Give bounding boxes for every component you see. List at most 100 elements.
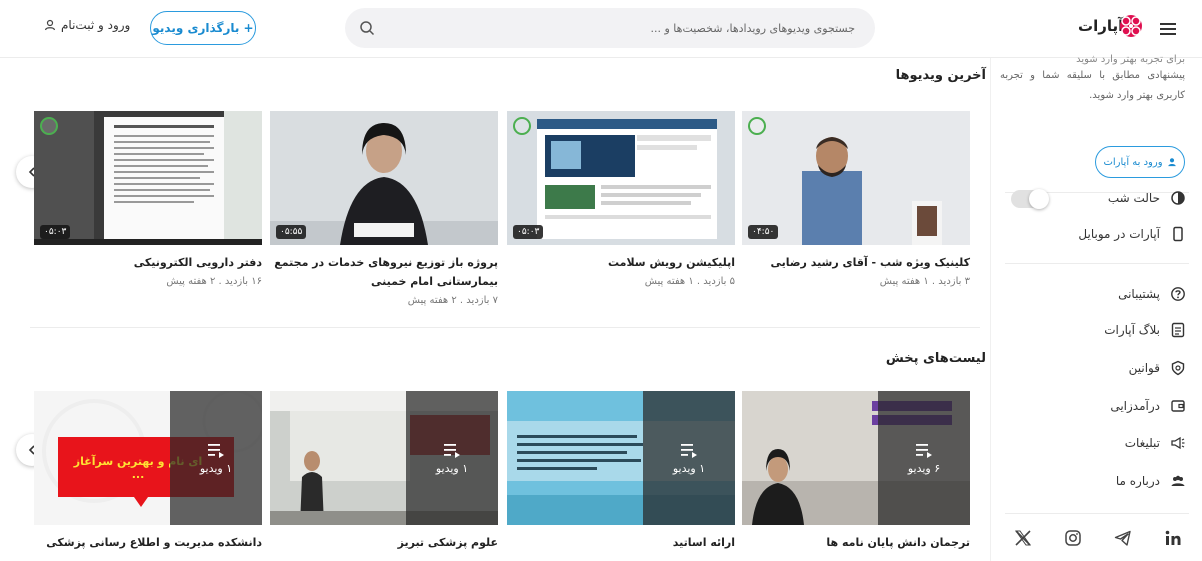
video-card[interactable]: ۰۵:۰۳ اپلیکیشن رویش سلامت ۵ بازدید . ۱ ه… (507, 111, 735, 287)
video-card[interactable]: ۰۵:۵۵ پروژه باز توزیع نیروهای خدمات در م… (270, 111, 498, 306)
latest-videos-heading: آخرین ویدیوها (895, 68, 986, 83)
playlist-title[interactable]: ارائه اساتید (507, 533, 735, 552)
sidebar-login-button[interactable]: ورود به آپارات (1095, 146, 1185, 178)
dark-mode-icon (1171, 191, 1185, 205)
channel-badge-icon (513, 117, 531, 135)
video-views: ۳ بازدید (938, 276, 970, 287)
video-meta: ۱۶ بازدید . ۲ هفته پیش (34, 276, 262, 287)
upload-video-label: + بارگذاری ویدیو (152, 21, 254, 35)
video-views: ۱۶ بازدید (224, 276, 262, 287)
channel-badge-icon (748, 117, 766, 135)
login-register-label: ورود و ثبت‌نام (61, 18, 131, 32)
mobile-app-label: آپارات در موبایل (1078, 227, 1160, 241)
playlists-heading: لیست‌های پخش (885, 351, 986, 366)
playlist-title[interactable]: ترجمان دانش پایان نامه ها (742, 533, 970, 552)
search-icon[interactable] (359, 20, 375, 36)
aparat-logo[interactable]: آپارات (1078, 13, 1142, 41)
shield-icon (1171, 360, 1185, 376)
search-input[interactable] (385, 8, 865, 48)
video-thumbnail[interactable]: ۰۴:۵۰ (742, 111, 970, 245)
wallet-icon (1171, 400, 1185, 412)
playlist-thumbnail[interactable]: ای نام و بهترین سرآغاز ... ۱ ویدیو (34, 391, 262, 525)
sidebar-item-label: قوانین (1128, 361, 1160, 375)
video-meta: ۵ بازدید . ۱ هفته پیش (507, 276, 735, 287)
aparat-logo-icon (1120, 15, 1142, 37)
sidebar-intro-text: برای تجربه بهتر وارد شوید پیشنهادی مطابق… (1000, 54, 1185, 106)
sidebar-item-about[interactable]: درباره ما (1006, 471, 1186, 491)
video-duration: ۰۵:۰۳ (513, 225, 544, 239)
playlist-video-count: ۶ ویدیو (907, 461, 941, 475)
blog-icon (1171, 322, 1185, 338)
playlist-thumbnail[interactable]: ۱ ویدیو (270, 391, 498, 525)
upload-video-button[interactable]: + بارگذاری ویدیو (150, 11, 256, 45)
playlist-title[interactable]: دانشکده مدیریت و اطلاع رسانی پزشکی (34, 533, 262, 552)
playlist-card[interactable]: ۱ ویدیو ارائه اساتید (507, 391, 735, 552)
video-meta: ۷ بازدید . ۲ هفته پیش (270, 295, 498, 306)
video-duration: ۰۵:۰۳ (40, 225, 71, 239)
playlist-card[interactable]: ای نام و بهترین سرآغاز ... ۱ ویدیو دانشک… (34, 391, 262, 552)
video-title[interactable]: کلینیک ویژه شب - آقای رشید رضایی (742, 253, 970, 272)
dark-mode-toggle[interactable] (1011, 189, 1049, 209)
sidebar-item-label: بلاگ آپارات (1104, 323, 1160, 337)
telegram-icon[interactable] (1113, 528, 1133, 548)
video-age: ۱ هفته پیش (879, 276, 929, 287)
meta-separator: . (931, 276, 936, 287)
logo-text: آپارات (1078, 17, 1124, 35)
video-title[interactable]: اپلیکیشن رویش سلامت (507, 253, 735, 272)
social-links (1013, 526, 1183, 550)
sidebar: برای تجربه بهتر وارد شوید پیشنهادی مطابق… (990, 54, 1202, 561)
playlist-overlay: ۶ ویدیو (878, 391, 970, 525)
playlist-card[interactable]: ۱ ویدیو علوم پزشکی تبریز (270, 391, 498, 552)
playlist-overlay: ۱ ویدیو (643, 391, 735, 525)
help-circle-icon (1171, 287, 1185, 301)
dark-mode-label: حالت شب (1107, 191, 1160, 205)
linkedin-icon[interactable] (1163, 528, 1183, 548)
video-age: ۲ هفته پیش (166, 276, 216, 287)
sidebar-item-support[interactable]: پشتیبانی (1006, 284, 1186, 304)
mobile-icon (1173, 226, 1183, 242)
sidebar-item-rules[interactable]: قوانین (1006, 358, 1186, 378)
sidebar-divider (1005, 513, 1189, 514)
megaphone-icon (1171, 436, 1185, 450)
playlist-thumbnail[interactable]: ۱ ویدیو (507, 391, 735, 525)
instagram-icon[interactable] (1063, 528, 1083, 548)
search-bar[interactable] (345, 8, 875, 48)
video-card[interactable]: ۰۵:۰۳ دفتر دارویی الکترونیکی ۱۶ بازدید .… (34, 111, 262, 287)
sidebar-item-blog[interactable]: بلاگ آپارات (1006, 320, 1186, 340)
sidebar-item-label: تبلیغات (1124, 436, 1160, 450)
sidebar-divider (1005, 263, 1189, 264)
video-thumbnail[interactable]: ۰۵:۵۵ (270, 111, 498, 245)
video-age: ۱ هفته پیش (644, 276, 694, 287)
sidebar-intro-cut: برای تجربه بهتر وارد شوید (1076, 54, 1185, 65)
meta-separator: . (696, 276, 701, 287)
sidebar-item-ads[interactable]: تبلیغات (1006, 433, 1186, 453)
playlist-thumbnail[interactable]: ۶ ویدیو (742, 391, 970, 525)
x-icon[interactable] (1013, 528, 1033, 548)
sidebar-item-monetization[interactable]: درآمدزایی (1006, 396, 1186, 416)
sidebar-item-label: درآمدزایی (1110, 399, 1160, 413)
people-icon (1171, 475, 1185, 486)
playlist-title[interactable]: علوم پزشکی تبریز (270, 533, 498, 552)
video-title[interactable]: دفتر دارویی الکترونیکی (34, 253, 262, 272)
sidebar-intro-body: پیشنهادی مطابق با سلیقه شما و تجربه کارب… (1000, 70, 1185, 101)
hamburger-menu-icon[interactable] (1155, 17, 1181, 41)
video-views: ۵ بازدید (703, 276, 735, 287)
video-views: ۷ بازدید (466, 295, 498, 306)
sidebar-login-label: ورود به آپارات (1103, 156, 1163, 168)
playlist-icon (444, 443, 460, 458)
video-duration: ۰۴:۵۰ (748, 225, 779, 239)
sidebar-item-label: پشتیبانی (1118, 287, 1160, 301)
toggle-knob (1029, 189, 1049, 209)
playlist-card[interactable]: ۶ ویدیو ترجمان دانش پایان نامه ها (742, 391, 970, 552)
playlist-video-count: ۱ ویدیو (672, 461, 706, 475)
video-card[interactable]: ۰۴:۵۰ کلینیک ویژه شب - آقای رشید رضایی ۳… (742, 111, 970, 287)
video-thumbnail[interactable]: ۰۵:۰۳ (507, 111, 735, 245)
mobile-app-item[interactable]: آپارات در موبایل (1006, 224, 1186, 244)
playlist-video-count: ۱ ویدیو (435, 461, 469, 475)
login-register-link[interactable]: ورود و ثبت‌نام (44, 18, 130, 32)
video-thumbnail[interactable]: ۰۵:۰۳ (34, 111, 262, 245)
section-divider (30, 327, 980, 328)
video-duration: ۰۵:۵۵ (276, 225, 307, 239)
video-title[interactable]: پروژه باز توزیع نیروهای خدمات در مجتمع ب… (270, 253, 498, 291)
meta-separator: . (459, 295, 464, 306)
